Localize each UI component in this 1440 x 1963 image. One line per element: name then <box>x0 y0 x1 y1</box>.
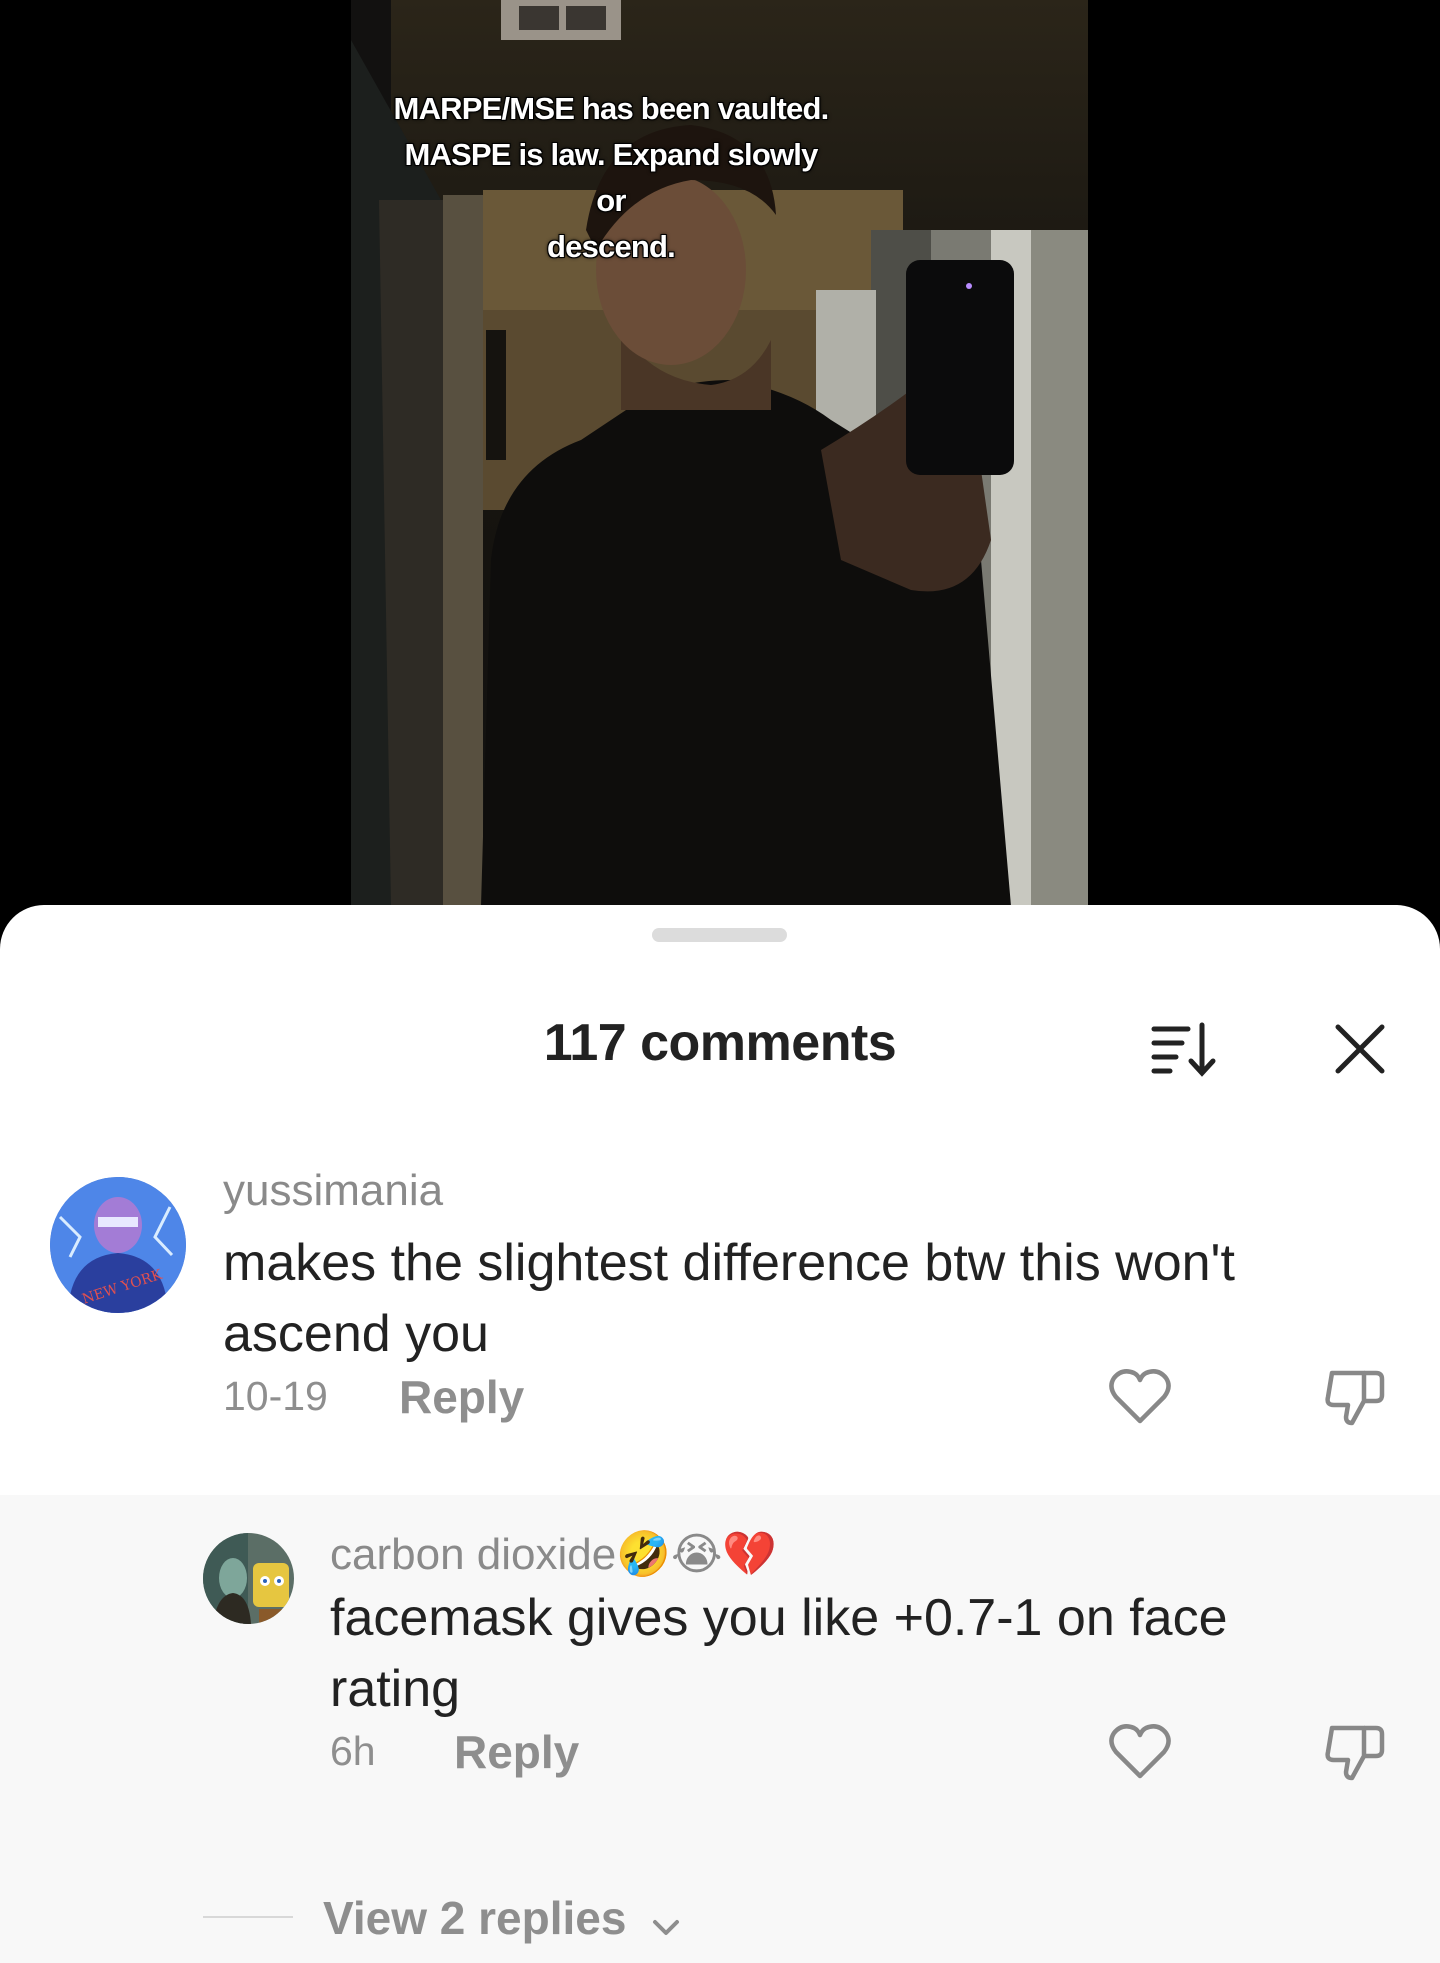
reply-username[interactable]: carbon dioxide🤣😭💔 <box>330 1528 777 1580</box>
app-screen: MARPE/MSE has been vaulted. MASPE is law… <box>0 0 1440 1963</box>
like-button[interactable] <box>1108 1365 1172 1429</box>
reply-button[interactable]: Reply <box>399 1370 524 1424</box>
reply-text-line: rating <box>330 1660 461 1718</box>
video-caption: MARPE/MSE has been vaulted. MASPE is law… <box>391 86 831 270</box>
close-icon <box>1335 1024 1385 1074</box>
comment-item: NEW YORK yussimania makes the slightest … <box>0 1160 1440 1426</box>
caption-line-3: descend. <box>547 229 676 264</box>
avatar[interactable]: NEW YORK <box>50 1177 186 1313</box>
avatar-user-photo-icon <box>203 1533 294 1624</box>
comments-count-title: 117 comments <box>543 1014 897 1072</box>
dislike-button[interactable] <box>1322 1720 1386 1784</box>
reply-text: facemask gives you like +0.7-1 on face r… <box>330 1583 1410 1725</box>
view-replies-label: View 2 replies <box>323 1892 627 1944</box>
reply-item: carbon dioxide🤣😭💔 facemask gives you lik… <box>0 1495 1440 1855</box>
avatar[interactable] <box>203 1533 294 1624</box>
caption-line-2: MASPE is law. Expand slowly or <box>404 137 818 218</box>
comment-timestamp: 10-19 <box>223 1373 328 1419</box>
close-button[interactable] <box>1330 1017 1390 1081</box>
comments-sheet: 117 comments NEW YORK yussimania makes t… <box>0 905 1440 1963</box>
reply-timestamp: 6h <box>330 1728 376 1774</box>
heart-icon <box>1109 1724 1171 1779</box>
thumbs-down-icon <box>1325 1370 1385 1426</box>
comment-text-line: ascend you <box>223 1305 489 1363</box>
view-replies-button[interactable]: View 2 replies <box>323 1891 681 1949</box>
avatar-user-photo-icon: NEW YORK <box>50 1177 186 1313</box>
reply-button[interactable]: Reply <box>454 1725 579 1779</box>
heart-icon <box>1109 1369 1171 1424</box>
comment-text: makes the slightest difference btw this … <box>223 1228 1403 1370</box>
like-button[interactable] <box>1108 1720 1172 1784</box>
comment-text-line: makes the slightest difference btw this … <box>223 1234 1235 1292</box>
dislike-button[interactable] <box>1322 1365 1386 1429</box>
comment-username[interactable]: yussimania <box>223 1166 443 1216</box>
divider-line <box>203 1916 293 1918</box>
thumbs-down-icon <box>1325 1725 1385 1781</box>
drag-handle[interactable] <box>652 928 787 942</box>
reply-text-line: facemask gives you like +0.7-1 on face <box>330 1589 1228 1647</box>
chevron-down-icon <box>651 1895 681 1949</box>
caption-line-1: MARPE/MSE has been vaulted. <box>393 91 830 126</box>
video-player[interactable]: MARPE/MSE has been vaulted. MASPE is law… <box>351 0 1088 906</box>
sort-icon <box>1151 1022 1216 1077</box>
sort-button[interactable] <box>1148 1017 1220 1081</box>
